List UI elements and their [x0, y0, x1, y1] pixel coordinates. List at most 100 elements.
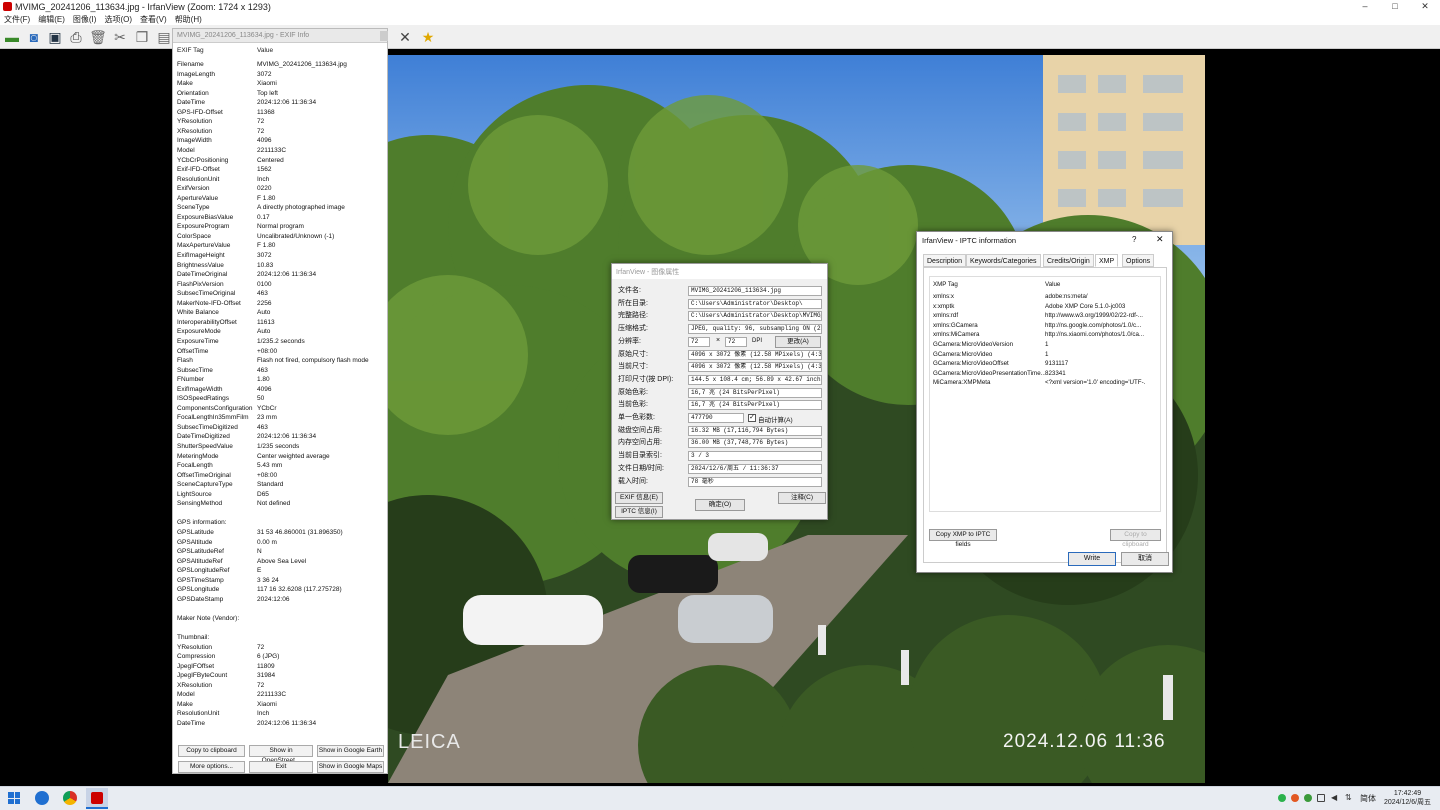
- print-icon[interactable]: ⎙: [66, 27, 86, 47]
- leica-watermark: LEICA: [398, 731, 461, 753]
- show-openstreet-button[interactable]: Show in OpenStreet...: [249, 745, 313, 764]
- menu-help[interactable]: 帮助(H): [175, 14, 202, 25]
- exif-value: 463: [257, 290, 268, 298]
- exif-value: 4096: [257, 385, 272, 393]
- cancel-button[interactable]: 取消: [1121, 552, 1169, 566]
- xmp-value: Adobe XMP Core 5.1.0-jc003: [1045, 302, 1126, 310]
- exif-value: Xiaomi: [257, 80, 277, 88]
- tray-security-icon[interactable]: [1304, 794, 1312, 802]
- chrome-icon[interactable]: [63, 791, 77, 805]
- exif-tag: FlashPixVersion: [177, 280, 224, 288]
- exif-value: Auto: [257, 309, 271, 317]
- input-language[interactable]: 简体: [1360, 793, 1376, 804]
- delete-icon[interactable]: 🗑: [88, 27, 108, 47]
- property-value: JPEG, quality: 96, subsampling ON (2x2): [688, 324, 822, 335]
- slideshow-icon[interactable]: ◙: [24, 27, 44, 47]
- menu-options[interactable]: 选项(O): [104, 14, 132, 25]
- settings-tools-icon[interactable]: ✕: [395, 27, 415, 47]
- exif-tag: ShutterSpeedValue: [177, 443, 233, 450]
- tab-credits-origin[interactable]: Credits/Origin: [1043, 254, 1094, 267]
- exif-tag: FocalLength: [177, 462, 213, 470]
- iptc-close-button[interactable]: ✕: [1156, 234, 1164, 245]
- copy-xmp-to-iptc-button[interactable]: Copy XMP to IPTC fields: [929, 529, 997, 548]
- property-value: 78 毫秒: [688, 476, 822, 487]
- save-icon[interactable]: ▣: [45, 27, 65, 47]
- menu-file[interactable]: 文件(F): [4, 14, 30, 25]
- xmp-row[interactable]: MiCamera:XMPMeta <?xml version='1.0' enco…: [933, 378, 1145, 391]
- start-windows-icon[interactable]: [8, 792, 20, 804]
- property-label: 当前目录索引:: [618, 452, 662, 460]
- menu-image[interactable]: 图像(I): [73, 14, 97, 25]
- write-button[interactable]: Write: [1068, 552, 1116, 566]
- exit-button[interactable]: Exit: [249, 761, 313, 773]
- copy-to-clipboard-disabled-button[interactable]: Copy to clipboard: [1110, 529, 1161, 548]
- exif-tag: SubsecTime: [177, 366, 213, 374]
- tab-options[interactable]: Options: [1122, 254, 1155, 267]
- sync-icon[interactable]: ⇅: [1345, 793, 1352, 802]
- property-value: 2024/12/6/周五 / 11:36:37: [688, 463, 822, 474]
- wechat-tray-icon[interactable]: [1278, 794, 1286, 802]
- exif-close-button[interactable]: [380, 31, 388, 41]
- window-title: MVIMG_20241206_113634.jpg - IrfanView (Z…: [15, 1, 271, 12]
- dpi-y-input[interactable]: 72: [725, 337, 747, 347]
- copy-icon[interactable]: ❐: [132, 27, 152, 47]
- exif-tag: GPS-IFD-Offset: [177, 108, 223, 116]
- paste-icon[interactable]: ▤: [154, 27, 174, 47]
- exif-tag: SubsecTimeOriginal: [177, 290, 236, 298]
- tray-app-icon[interactable]: [1291, 794, 1299, 802]
- irfanview-logo-icon: [3, 2, 12, 11]
- exif-tag: BrightnessValue: [177, 261, 224, 269]
- xmp-tag: xmlns:rdf: [933, 312, 959, 320]
- exif-tag: OffsetTime: [177, 347, 209, 355]
- clock[interactable]: 17:42:49 2024/12/6/周五: [1380, 789, 1435, 807]
- maximize-button[interactable]: □: [1380, 0, 1410, 13]
- irfanview-taskbar-button[interactable]: [86, 788, 108, 809]
- xmp-col-value: Value: [1045, 281, 1061, 288]
- comment-button[interactable]: 注释(C): [778, 492, 826, 504]
- exif-tag: FNumber: [177, 376, 205, 384]
- exif-value: 3072: [257, 70, 272, 78]
- exif-tag: Compression: [177, 653, 216, 661]
- tab-xmp[interactable]: XMP: [1095, 254, 1119, 267]
- exif-value: 0.17: [257, 213, 270, 221]
- edge-browser-icon[interactable]: [35, 791, 49, 805]
- close-button[interactable]: ✕: [1410, 0, 1440, 13]
- exif-tag: Maker Note (Vendor):: [177, 614, 240, 622]
- exif-value: 1.80: [257, 376, 270, 384]
- favorite-star-icon[interactable]: ★: [418, 27, 438, 47]
- menu-edit[interactable]: 编辑(E): [38, 14, 65, 25]
- iptc-info-button[interactable]: IPTC 信息(I): [615, 506, 663, 518]
- copy-to-clipboard-button[interactable]: Copy to clipboard: [178, 745, 245, 757]
- tab-description[interactable]: Description: [923, 254, 967, 267]
- auto-calc-checkbox[interactable]: ✓: [748, 414, 756, 422]
- exif-tag: ExifImageHeight: [177, 252, 225, 259]
- help-button[interactable]: ?: [1132, 235, 1136, 244]
- open-folder-icon[interactable]: ▬: [2, 27, 22, 47]
- change-dpi-button[interactable]: 更改(A): [775, 336, 821, 348]
- ok-button[interactable]: 确定(O): [695, 499, 745, 511]
- volume-icon[interactable]: ◀: [1331, 793, 1337, 802]
- exif-info-window: MVIMG_20241206_113634.jpg - EXIF Info EX…: [172, 28, 388, 774]
- exif-value: Uncalibrated/Unknown (-1): [257, 232, 335, 240]
- xmp-tag: GCamera:MicroVideoVersion: [933, 341, 1014, 348]
- dpi-x-input[interactable]: 72: [688, 337, 710, 347]
- cut-icon[interactable]: ✂: [110, 27, 130, 47]
- network-icon[interactable]: [1317, 794, 1325, 802]
- xmp-tag: xmlns:GCamera: [933, 321, 978, 329]
- exif-value: Inch: [257, 175, 270, 183]
- exif-value: Centered: [257, 156, 284, 164]
- tab-keywords-categories[interactable]: Keywords/Categories: [966, 254, 1041, 267]
- exif-tag: GPSDateStamp: [177, 595, 224, 603]
- exif-tag: ExposureMode: [177, 328, 221, 336]
- exif-value: 1/235.2 seconds: [257, 337, 305, 345]
- exif-value: 3072: [257, 252, 272, 259]
- minimize-button[interactable]: –: [1350, 0, 1380, 13]
- show-google-earth-button[interactable]: Show in Google Earth: [317, 745, 384, 757]
- show-google-maps-button[interactable]: Show in Google Maps: [317, 761, 384, 773]
- more-options-button[interactable]: More options...: [178, 761, 245, 773]
- exif-tag: White Balance: [177, 309, 219, 317]
- property-label: 原始色彩:: [618, 388, 648, 396]
- menu-view[interactable]: 查看(V): [140, 14, 167, 25]
- property-value: 16,7 兆 (24 BitsPerPixel): [688, 400, 822, 411]
- exif-info-button[interactable]: EXIF 信息(E): [615, 492, 663, 504]
